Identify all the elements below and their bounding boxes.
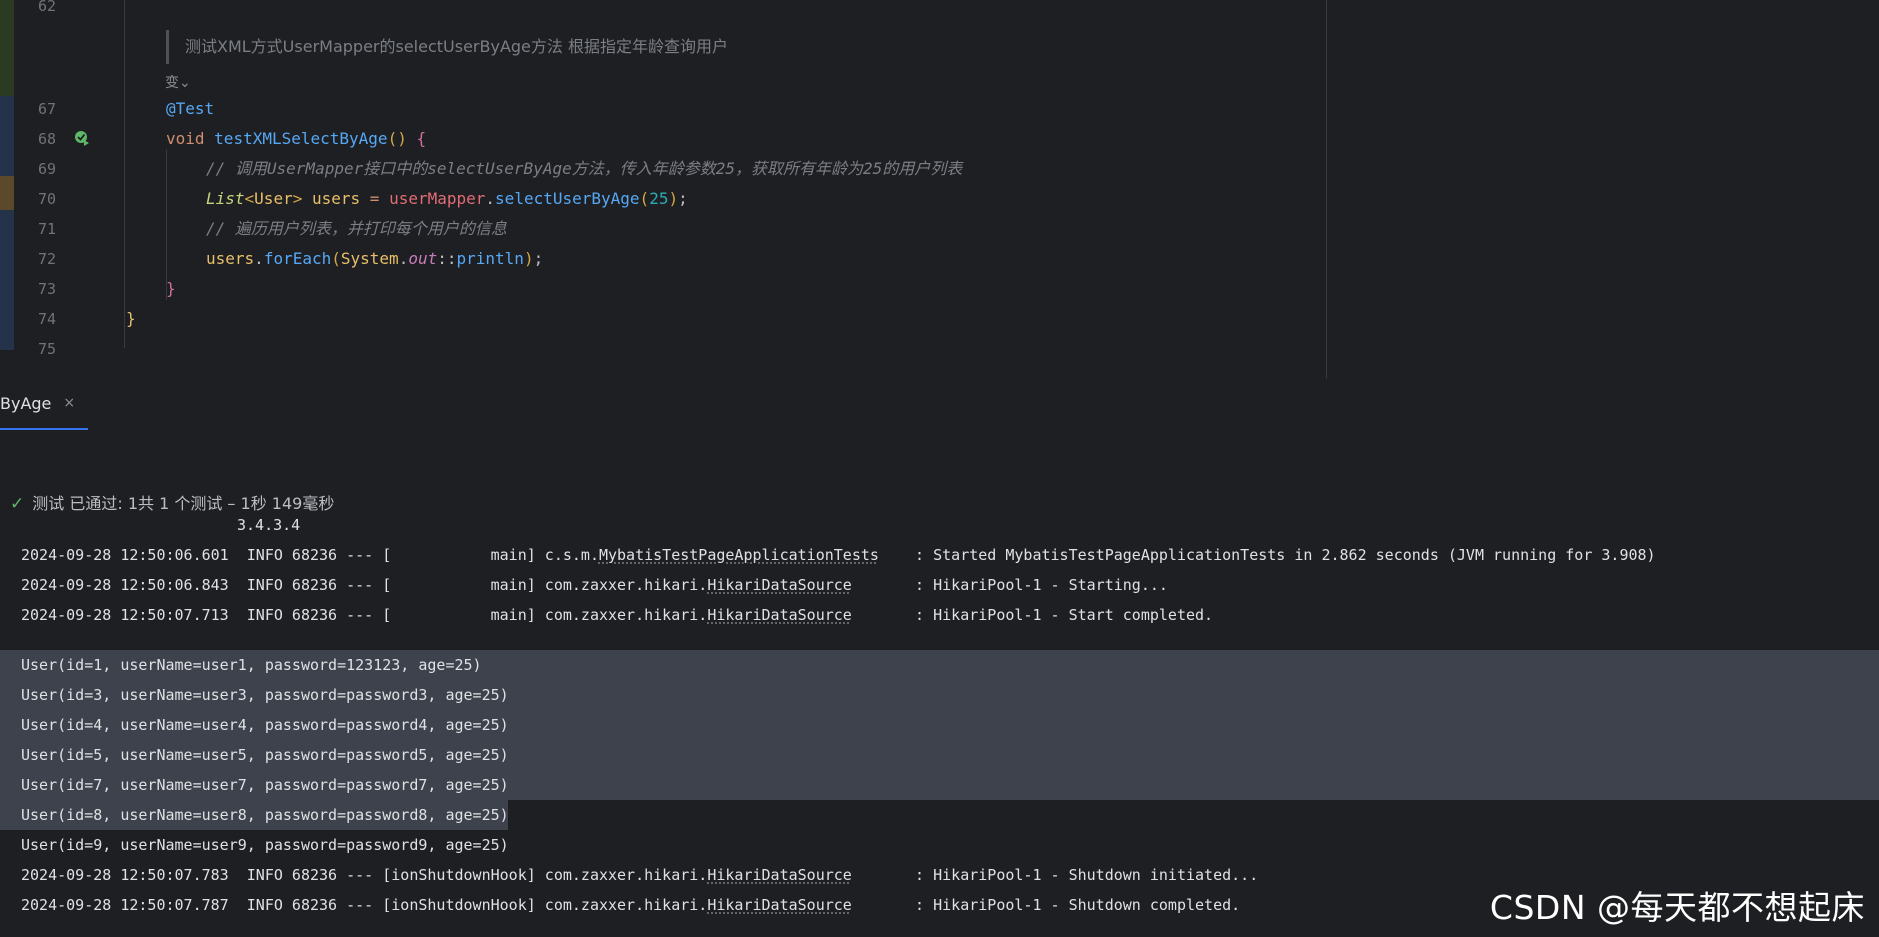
paren: () bbox=[387, 129, 407, 148]
code-line-74: } bbox=[126, 304, 136, 334]
log-message: : HikariPool-1 - Start completed. bbox=[851, 606, 1214, 624]
paren: ) bbox=[523, 249, 534, 268]
line-number: 72 bbox=[37, 250, 56, 268]
annotation: @Test bbox=[166, 99, 215, 118]
run-console[interactable]: ✓ 测试 已通过: 1共 1 个测试 – 1秒 149毫秒 3.4.3.4 20… bbox=[0, 430, 1879, 937]
code-line-71: // 遍历用户列表，并打印每个用户的信息 bbox=[206, 214, 507, 244]
log-class-link[interactable]: HikariDataSource bbox=[707, 576, 852, 594]
log-line: 2024-09-28 12:50:06.601 INFO 68236 --- [… bbox=[21, 540, 1656, 570]
log-prefix: 2024-09-28 12:50:06.601 INFO 68236 --- [… bbox=[21, 546, 599, 564]
paren: ) bbox=[668, 189, 679, 208]
run-test-icon[interactable] bbox=[74, 130, 90, 146]
type: User bbox=[254, 189, 293, 208]
paren: ( bbox=[639, 189, 650, 208]
line-number: 75 bbox=[37, 340, 56, 358]
close-icon[interactable]: × bbox=[63, 395, 75, 411]
log-prefix: 2024-09-28 12:50:07.713 INFO 68236 --- [… bbox=[21, 606, 708, 624]
line-number: 67 bbox=[37, 100, 56, 118]
run-tab-bar: ByAge × bbox=[0, 378, 1879, 431]
line-number: 73 bbox=[37, 280, 56, 298]
line-number: 70 bbox=[37, 190, 56, 208]
comment: // 遍历用户列表，并打印每个用户的信息 bbox=[206, 219, 507, 238]
user-output-line: User(id=9, userName=user9, password=pass… bbox=[21, 836, 509, 854]
user-output-line: User(id=5, userName=user5, password=pass… bbox=[21, 746, 509, 764]
tab-label: ByAge bbox=[0, 393, 52, 413]
method-ref: :: bbox=[437, 249, 457, 268]
semicolon: ; bbox=[533, 249, 544, 268]
method-call: selectUserByAge bbox=[495, 189, 640, 208]
log-message: : HikariPool-1 - Shutdown completed. bbox=[851, 896, 1241, 914]
method-name: println bbox=[456, 249, 524, 268]
variable: users bbox=[311, 189, 361, 208]
log-message: : HikariPool-1 - Shutdown initiated... bbox=[851, 866, 1259, 884]
type: List bbox=[206, 189, 245, 208]
comment: // 调用UserMapper接口中的selectUserByAge方法，传入年… bbox=[206, 159, 963, 178]
code-line-67: @Test bbox=[166, 94, 214, 124]
user-output-line: User(id=8, userName=user8, password=pass… bbox=[21, 806, 509, 824]
framework-version: 3.4.3.4 bbox=[237, 516, 301, 534]
log-prefix: 2024-09-28 12:50:07.787 INFO 68236 --- [… bbox=[21, 896, 708, 914]
line-number: 74 bbox=[37, 310, 56, 328]
user-output-line: User(id=1, userName=user1, password=1231… bbox=[21, 656, 482, 674]
user-output-line: User(id=3, userName=user3, password=pass… bbox=[21, 686, 509, 704]
field: userMapper bbox=[389, 189, 486, 208]
method-name: testXMLSelectByAge bbox=[214, 129, 388, 148]
dot: . bbox=[254, 249, 264, 268]
class-name: System bbox=[340, 249, 399, 268]
check-icon: ✓ bbox=[10, 494, 25, 514]
log-class-link[interactable]: HikariDataSource bbox=[707, 896, 852, 914]
code-vision-hint[interactable]: 变⌄ bbox=[165, 72, 191, 92]
bracket: > bbox=[292, 189, 303, 208]
log-prefix: 2024-09-28 12:50:07.783 INFO 68236 --- [… bbox=[21, 866, 708, 884]
variable: users bbox=[206, 249, 255, 268]
log-class-link[interactable]: MybatisTestPageApplicationTests bbox=[599, 546, 879, 564]
static-field: out bbox=[408, 249, 438, 268]
line-number: 71 bbox=[37, 220, 56, 238]
user-output-line: User(id=7, userName=user7, password=pass… bbox=[21, 776, 509, 794]
keyword: void bbox=[166, 129, 205, 148]
code-line-72: users.forEach(System.out::println); bbox=[206, 244, 543, 274]
paren: ( bbox=[331, 249, 341, 268]
semicolon: ; bbox=[678, 189, 688, 208]
line-number: 69 bbox=[37, 160, 56, 178]
log-line: 2024-09-28 12:50:07.783 INFO 68236 --- [… bbox=[21, 860, 1258, 890]
code-editor[interactable]: 62 67 68 69 70 71 72 73 74 75 测试XML方式Use… bbox=[0, 0, 1879, 378]
log-class-link[interactable]: HikariDataSource bbox=[707, 866, 852, 884]
operator: = bbox=[369, 189, 380, 208]
code-line-69: // 调用UserMapper接口中的selectUserByAge方法，传入年… bbox=[206, 154, 962, 184]
log-line: 2024-09-28 12:50:06.843 INFO 68236 --- [… bbox=[21, 570, 1168, 600]
bracket: < bbox=[244, 189, 255, 208]
code-line-68: void testXMLSelectByAge() { bbox=[166, 124, 426, 154]
log-line: 2024-09-28 12:50:07.787 INFO 68236 --- [… bbox=[21, 890, 1240, 920]
log-class-link[interactable]: HikariDataSource bbox=[707, 606, 852, 624]
log-line: 2024-09-28 12:50:07.713 INFO 68236 --- [… bbox=[21, 600, 1213, 630]
indent-guide bbox=[124, 0, 125, 348]
brace: } bbox=[166, 279, 176, 298]
log-message: : Started MybatisTestPageApplicationTest… bbox=[878, 546, 1656, 564]
line-number: 62 bbox=[37, 0, 56, 15]
user-output-line: User(id=4, userName=user4, password=pass… bbox=[21, 716, 509, 734]
log-prefix: 2024-09-28 12:50:06.843 INFO 68236 --- [… bbox=[21, 576, 708, 594]
log-message: : HikariPool-1 - Starting... bbox=[851, 576, 1168, 594]
brace: { bbox=[416, 129, 427, 148]
number: 25 bbox=[649, 189, 669, 208]
brace: } bbox=[126, 309, 136, 328]
code-line-70: List<User> users = userMapper.selectUser… bbox=[206, 184, 688, 214]
line-number: 68 bbox=[37, 130, 56, 148]
dot: . bbox=[398, 249, 409, 268]
rendered-doc-comment: 测试XML方式UserMapper的selectUserByAge方法 根据指定… bbox=[166, 30, 1125, 64]
right-margin-guide bbox=[1326, 0, 1327, 378]
dot: . bbox=[485, 189, 496, 208]
code-line-73: } bbox=[166, 274, 176, 304]
watermark: CSDN @每天都不想起床 bbox=[1489, 888, 1865, 927]
method-call: forEach bbox=[263, 249, 332, 268]
tab-run-selectbyage[interactable]: ByAge × bbox=[0, 378, 88, 431]
